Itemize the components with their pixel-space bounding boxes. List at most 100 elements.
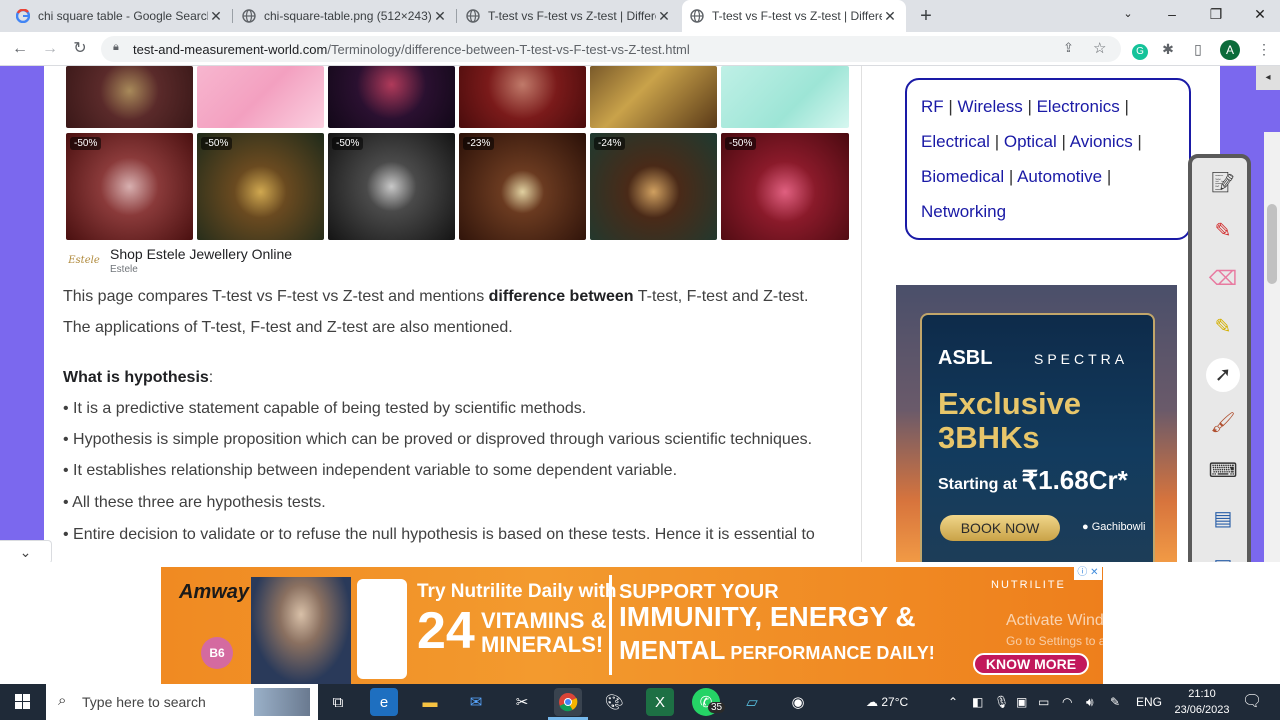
microphone-icon[interactable]: 🎙︎ [994,684,1009,720]
link-avionics[interactable]: Avionics [1070,132,1133,151]
keyboard-icon[interactable]: ⌨ [1206,454,1240,488]
jewellery-ad-image[interactable] [721,66,849,128]
reload-icon[interactable]: ↻ [68,37,92,61]
close-window-icon[interactable]: ✕ [1238,0,1280,30]
task-view-icon[interactable]: ⧉ [324,688,352,716]
link-biomedical[interactable]: Biomedical [921,167,1004,186]
close-tab-icon[interactable]: ✕ [432,8,448,25]
toolbar-toggle-icon[interactable]: ◂ [1256,66,1280,90]
tab-title: T-test vs F-test vs Z-test | Differe [712,9,882,23]
forward-arrow-icon[interactable]: → [38,37,62,61]
close-tab-icon[interactable]: ✕ [882,8,898,25]
tray-app-icon[interactable]: ◧ [972,684,983,720]
page-scrollbar[interactable] [1264,132,1280,562]
globe-icon [466,9,480,23]
ad-headline-1: Exclusive [938,386,1082,421]
jewellery-ad-image[interactable]: -50% [721,133,849,240]
know-more-button[interactable]: KNOW MORE [973,653,1089,675]
jewellery-ad-image[interactable] [66,66,193,128]
scrollbar-thumb[interactable] [1267,204,1277,284]
share-icon[interactable]: ⇪ [1063,40,1074,56]
jewellery-ad-image[interactable] [197,66,324,128]
mail-icon[interactable]: ✉ [462,688,490,716]
close-tab-icon[interactable]: ✕ [656,8,672,25]
brush-icon[interactable]: 🖌︎ [1206,406,1240,440]
link-electrical[interactable]: Electrical [921,132,990,151]
ad-close-icon[interactable]: ⓘ ✕ [1074,566,1102,580]
grammarly-extension-icon[interactable]: G [1128,37,1152,61]
tab-ttest-article-active[interactable]: T-test vs F-test vs Z-test | Differe ✕ [682,0,906,32]
whiteboard-icon[interactable]: ▣ [1206,550,1240,562]
chrome-icon[interactable] [554,688,582,716]
notifications-icon[interactable]: 🗨︎ [1242,684,1262,720]
pointer-cursor-icon[interactable]: ➚ [1206,358,1240,392]
highlighter-icon[interactable]: ✎ [1206,310,1240,344]
side-panel-icon[interactable]: ▯ [1186,37,1210,61]
weather-widget[interactable]: ☁ 27°C [866,684,908,720]
new-tab-plus-icon[interactable]: + [914,4,938,28]
paint-icon[interactable]: 🎨︎ [600,688,628,716]
tab-search-chevron-icon[interactable]: ⌄ [1106,0,1150,30]
jewellery-ad-image[interactable]: -24% [590,133,717,240]
pen-icon[interactable]: ✎ [1206,214,1240,248]
shop-name[interactable]: Shop Estele Jewellery Online [110,246,292,262]
more-menu-icon[interactable]: ⋮ [1252,37,1276,61]
pen-input-icon[interactable]: ✎ [1110,684,1120,720]
shop-ad-footer[interactable]: Estele Shop Estele Jewellery Online Este… [66,240,466,280]
amway-ad[interactable]: Amway B6 Try Nutrilite Daily with 24 VIT… [161,567,1103,684]
recorder-icon[interactable]: ◉ [784,688,812,716]
lock-icon[interactable]: 🔒︎ [113,41,119,54]
ad-line-2: VITAMINS & MINERALS! [481,609,606,657]
address-bar[interactable]: 🔒︎ test-and-measurement-world.com/Termin… [101,36,1121,62]
system-clock[interactable]: 21:10 23/06/2023 [1172,686,1232,718]
ad-line-1: Try Nutrilite Daily with [417,581,617,602]
jewellery-ad-image[interactable]: -50% [197,133,324,240]
close-tab-icon[interactable]: ✕ [208,8,224,25]
back-arrow-icon[interactable]: ← [8,37,32,61]
whatsapp-icon[interactable]: ✆ 35 [692,688,726,716]
wifi-icon[interactable]: ◠ [1062,684,1072,720]
edge-icon[interactable]: e [370,688,398,716]
link-rf[interactable]: RF [921,97,944,116]
jewellery-ad-image[interactable]: -50% [66,133,193,240]
jewellery-ad-image[interactable] [590,66,717,128]
link-automotive[interactable]: Automotive [1017,167,1102,186]
jewellery-ad-image[interactable]: -23% [459,133,586,240]
link-wireless[interactable]: Wireless [958,97,1023,116]
profile-avatar[interactable]: A [1218,37,1242,61]
tab-google-search[interactable]: chi square table - Google Search ✕ [8,0,232,32]
search-highlight-image[interactable] [254,688,310,716]
restore-icon[interactable]: ❐ [1194,0,1238,30]
minimize-icon[interactable]: – [1150,0,1194,30]
real-estate-ad[interactable]: ASBL SPECTRA Exclusive 3BHKs Starting at … [896,285,1177,562]
link-optical[interactable]: Optical [1004,132,1057,151]
excel-icon[interactable]: X [646,688,674,716]
screen-capture-icon[interactable]: ▤ [1206,502,1240,536]
collapse-ad-chevron-icon[interactable]: ⌄ [0,540,52,564]
language-indicator[interactable]: ENG [1136,684,1162,720]
start-button[interactable] [0,684,46,720]
jewellery-ad-image[interactable] [459,66,586,128]
tray-device-icon[interactable]: ▣ [1016,684,1027,720]
eraser-icon[interactable]: ⌫ [1206,262,1240,296]
link-electronics[interactable]: Electronics [1037,97,1120,116]
extensions-puzzle-icon[interactable]: ✱ [1156,37,1180,61]
discount-badge: -50% [201,137,233,150]
link-networking[interactable]: Networking [921,202,1006,221]
tab-chi-square-png[interactable]: chi-square-table.png (512×243) ✕ [234,0,456,32]
jewellery-ad-image[interactable] [328,66,455,128]
notepad-icon[interactable]: 📝︎ [1206,166,1240,200]
tab-ttest-article[interactable]: T-test vs F-test vs Z-test | Differe ✕ [458,0,680,32]
notes-icon[interactable]: ▱ [738,688,766,716]
taskbar-search-box[interactable]: ⌕ Type here to search [46,684,318,720]
ad-price-prefix: Starting at [938,476,1022,493]
snipping-tool-icon[interactable]: ✂ [508,688,536,716]
url-text[interactable]: test-and-measurement-world.com/Terminolo… [133,42,690,57]
bookmark-star-icon[interactable]: ☆ [1093,39,1106,57]
book-now-button[interactable]: BOOK NOW [940,515,1060,541]
volume-icon[interactable]: 🔊︎ [1086,684,1094,720]
file-explorer-icon[interactable]: ▬ [416,688,444,716]
tray-chevron-icon[interactable]: ⌃ [948,684,958,720]
battery-icon[interactable]: ▭ [1038,684,1049,720]
jewellery-ad-image[interactable]: -50% [328,133,455,240]
